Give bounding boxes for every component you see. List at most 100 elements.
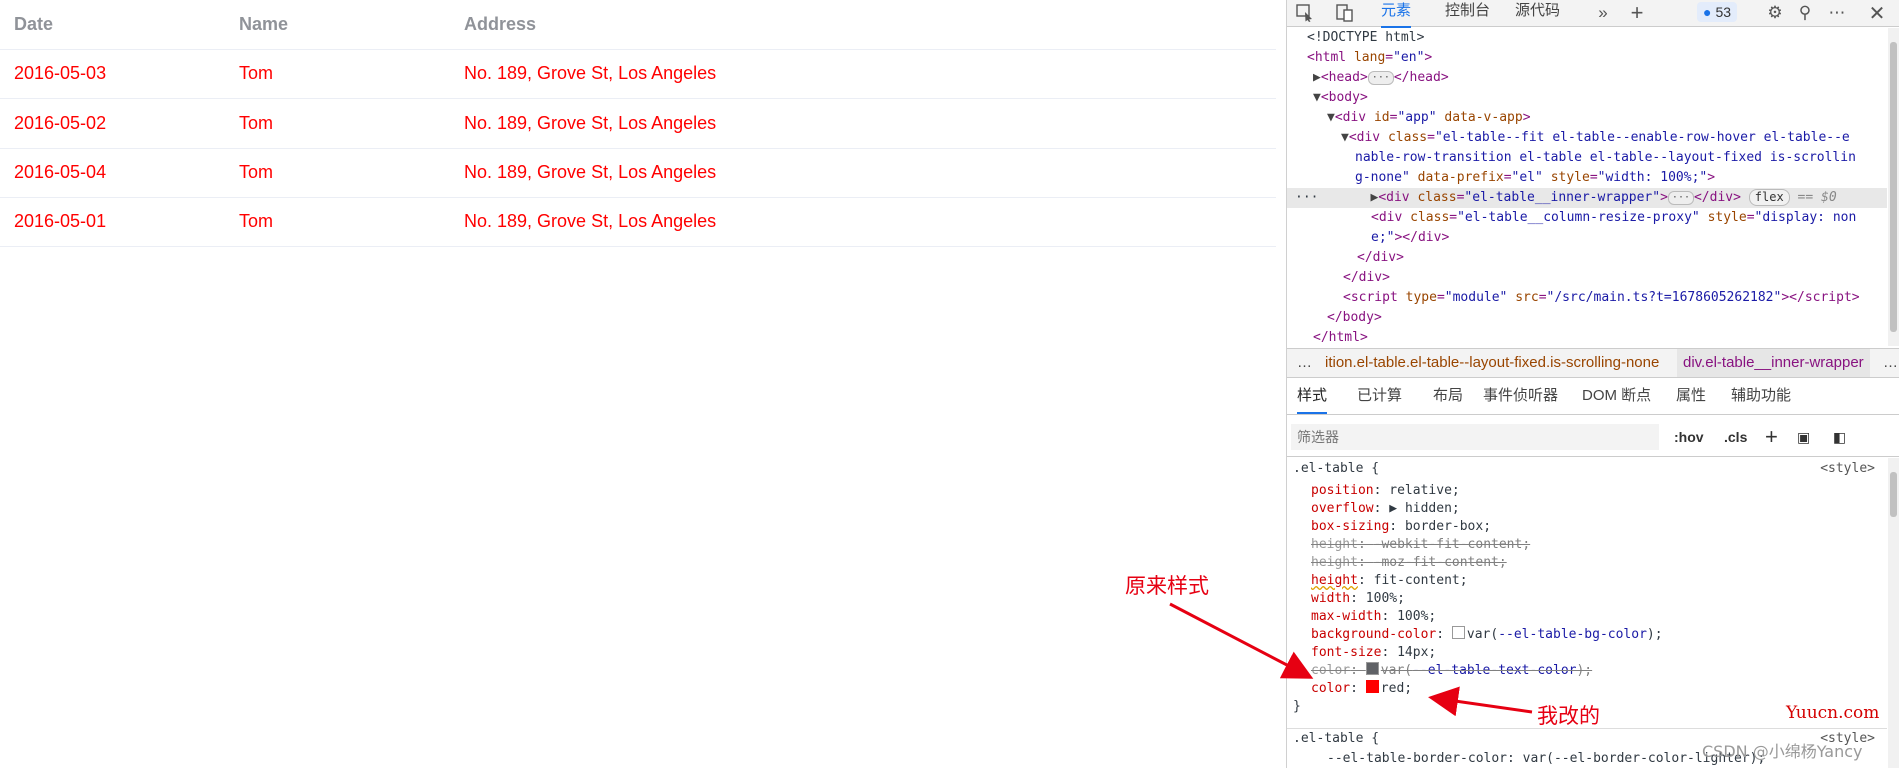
- tab-console[interactable]: 控制台: [1445, 0, 1490, 26]
- tab-dom-breakpoints[interactable]: DOM 断点: [1582, 380, 1651, 412]
- css-declaration[interactable]: height: fit-content;: [1287, 572, 1887, 590]
- breadcrumb: … ition.el-table.el-table--layout-fixed.…: [1287, 348, 1899, 378]
- issues-badge[interactable]: ● 53: [1697, 2, 1738, 22]
- css-declaration[interactable]: position: relative;: [1287, 482, 1887, 500]
- attr-name: data-v-app: [1444, 110, 1523, 125]
- rule-selector-line[interactable]: .el-table {<style>: [1287, 460, 1887, 478]
- prop-value: -moz-fit-content;: [1373, 555, 1507, 570]
- cell-name: Tom: [239, 113, 274, 133]
- prop-name: box-sizing: [1311, 519, 1390, 534]
- table-row[interactable]: 2016-05-02 Tom No. 189, Grove St, Los An…: [0, 99, 1276, 149]
- tab-accessibility[interactable]: 辅助功能: [1731, 380, 1791, 412]
- hov-button[interactable]: :hov: [1674, 424, 1704, 450]
- cell-date: 2016-05-03: [14, 63, 107, 83]
- column-header-date[interactable]: Date: [14, 0, 53, 49]
- inspect-icon[interactable]: [1295, 3, 1315, 23]
- css-declaration[interactable]: color: red;: [1287, 680, 1887, 698]
- more-options-icon[interactable]: ⋯: [1827, 3, 1847, 23]
- collapse-triangle-icon[interactable]: ▼: [1327, 110, 1335, 125]
- flex-badge[interactable]: flex: [1748, 189, 1790, 206]
- prop-value: border-box;: [1404, 519, 1492, 534]
- dom-node-el-table[interactable]: ▼<div class="el-table--fit el-table--ena…: [1287, 128, 1887, 148]
- collapse-triangle-icon[interactable]: ▼: [1313, 90, 1321, 105]
- attr-name: style: [1550, 170, 1590, 185]
- tab-styles[interactable]: 样式: [1297, 380, 1328, 414]
- styles-scrollbar[interactable]: [1888, 458, 1899, 768]
- collapse-triangle-icon[interactable]: ▼: [1341, 130, 1349, 145]
- issues-icon: ●: [1703, 4, 1712, 20]
- table-row[interactable]: 2016-05-04 Tom No. 189, Grove St, Los An…: [0, 148, 1276, 198]
- breadcrumb-scroll-right[interactable]: …: [1883, 349, 1898, 377]
- collapsed-ellipsis-icon[interactable]: ···: [1667, 190, 1694, 205]
- css-declaration[interactable]: background-color: var(--el-table-bg-colo…: [1287, 626, 1887, 644]
- row-actions-icon[interactable]: ···: [1295, 190, 1318, 205]
- toggle-sidebar-icon[interactable]: ◧: [1833, 424, 1846, 450]
- html-close-text: </html>: [1313, 330, 1368, 345]
- dom-node-head[interactable]: ▶<head> ··· </head>: [1287, 68, 1887, 88]
- expand-triangle-icon[interactable]: ▶: [1313, 70, 1321, 85]
- attr-value: "el": [1511, 170, 1543, 185]
- css-declaration[interactable]: width: 100%;: [1287, 590, 1887, 608]
- customize-icon[interactable]: ⚲: [1795, 3, 1815, 23]
- breadcrumb-scroll-left[interactable]: …: [1297, 349, 1312, 377]
- attr-value: "el-table__column-resize-proxy": [1457, 210, 1700, 225]
- expand-triangle-icon[interactable]: ▶: [1389, 501, 1397, 516]
- breadcrumb-item-inner-wrapper[interactable]: div.el-table__inner-wrapper: [1677, 349, 1870, 377]
- table-row[interactable]: 2016-05-01 Tom No. 189, Grove St, Los An…: [0, 197, 1276, 247]
- new-rule-icon[interactable]: +: [1765, 424, 1778, 450]
- dom-node-inner-wrapper[interactable]: ··· ▶<div class="el-table__inner-wrapper"…: [1287, 188, 1887, 208]
- cell-date: 2016-05-04: [14, 162, 107, 182]
- css-variable[interactable]: --el-table-text-color: [1412, 663, 1576, 678]
- tab-computed[interactable]: 已计算: [1357, 380, 1402, 412]
- css-declaration[interactable]: font-size: 14px;: [1287, 644, 1887, 662]
- css-declaration-overridden[interactable]: color: var(--el-table-text-color);: [1287, 662, 1887, 680]
- device-toggle-icon[interactable]: [1335, 3, 1355, 23]
- tab-event-listeners[interactable]: 事件侦听器: [1483, 380, 1558, 412]
- dom-scrollbar[interactable]: [1888, 28, 1899, 346]
- dom-tree: <!DOCTYPE html> <html lang="en"> ▶<head>…: [1287, 28, 1887, 346]
- settings-icon[interactable]: ⚙: [1765, 3, 1785, 23]
- dom-node-body[interactable]: ▼<body>: [1287, 88, 1887, 108]
- color-swatch[interactable]: [1365, 662, 1379, 675]
- scrollbar-thumb[interactable]: [1890, 472, 1897, 517]
- cell-address: No. 189, Grove St, Los Angeles: [464, 162, 717, 182]
- column-header-address[interactable]: Address: [464, 0, 536, 49]
- rule-close-brace: }: [1293, 699, 1301, 714]
- issues-count: 53: [1715, 4, 1732, 20]
- css-variable[interactable]: --el-table-bg-color: [1498, 627, 1647, 642]
- dom-node-resize-proxy[interactable]: <div class="el-table__column-resize-prox…: [1287, 208, 1887, 228]
- add-tab-icon[interactable]: +: [1627, 0, 1647, 25]
- annotation-original-style: 原来样式: [1125, 574, 1209, 598]
- css-declaration-overridden[interactable]: height: -webkit-fit-content;: [1287, 536, 1887, 554]
- css-declaration[interactable]: overflow: ▶ hidden;: [1287, 500, 1887, 518]
- css-declaration-overridden[interactable]: height: -moz-fit-content;: [1287, 554, 1887, 572]
- color-swatch[interactable]: [1451, 626, 1465, 639]
- color-swatch[interactable]: [1365, 680, 1379, 693]
- tab-elements[interactable]: 元素: [1381, 0, 1412, 28]
- more-tabs-icon[interactable]: »: [1593, 3, 1613, 23]
- cell-date: 2016-05-01: [14, 211, 107, 231]
- attr-name: style: [1707, 210, 1747, 225]
- close-icon[interactable]: ✕: [1867, 3, 1887, 25]
- css-declaration[interactable]: max-width: 100%;: [1287, 608, 1887, 626]
- table-row[interactable]: 2016-05-03 Tom No. 189, Grove St, Los An…: [0, 49, 1276, 99]
- tab-layout[interactable]: 布局: [1433, 380, 1463, 412]
- styles-filter-input[interactable]: [1291, 424, 1659, 450]
- dom-node-app[interactable]: ▼<div id="app" data-v-app>: [1287, 108, 1887, 128]
- paint-icon[interactable]: ▣: [1797, 424, 1810, 450]
- rule-source[interactable]: <style>: [1820, 460, 1875, 478]
- column-header-name[interactable]: Name: [239, 0, 288, 49]
- tab-properties[interactable]: 属性: [1676, 380, 1706, 412]
- tab-sources[interactable]: 源代码: [1515, 0, 1560, 26]
- dom-node-html[interactable]: <html lang="en">: [1287, 48, 1887, 68]
- css-declaration[interactable]: box-sizing: border-box;: [1287, 518, 1887, 536]
- cls-button[interactable]: .cls: [1724, 424, 1747, 450]
- scrollbar-thumb[interactable]: [1890, 42, 1897, 332]
- styles-filter-bar: :hov .cls + ▣ ◧: [1287, 418, 1899, 457]
- dom-node-script[interactable]: <script type="module" src="/src/main.ts?…: [1287, 288, 1887, 308]
- devtools-panel: 元素 控制台 源代码 » + ● 53 ⚙ ⚲ ⋯ ✕ <!DOCTYPE htm…: [1286, 0, 1899, 768]
- dom-node-doctype[interactable]: <!DOCTYPE html>: [1287, 28, 1887, 48]
- collapsed-ellipsis-icon[interactable]: ···: [1367, 70, 1394, 85]
- dom-node-el-table-cont: g-none" data-prefix="el" style="width: 1…: [1355, 170, 1716, 185]
- breadcrumb-item-table[interactable]: ition.el-table.el-table--layout-fixed.is…: [1325, 349, 1659, 377]
